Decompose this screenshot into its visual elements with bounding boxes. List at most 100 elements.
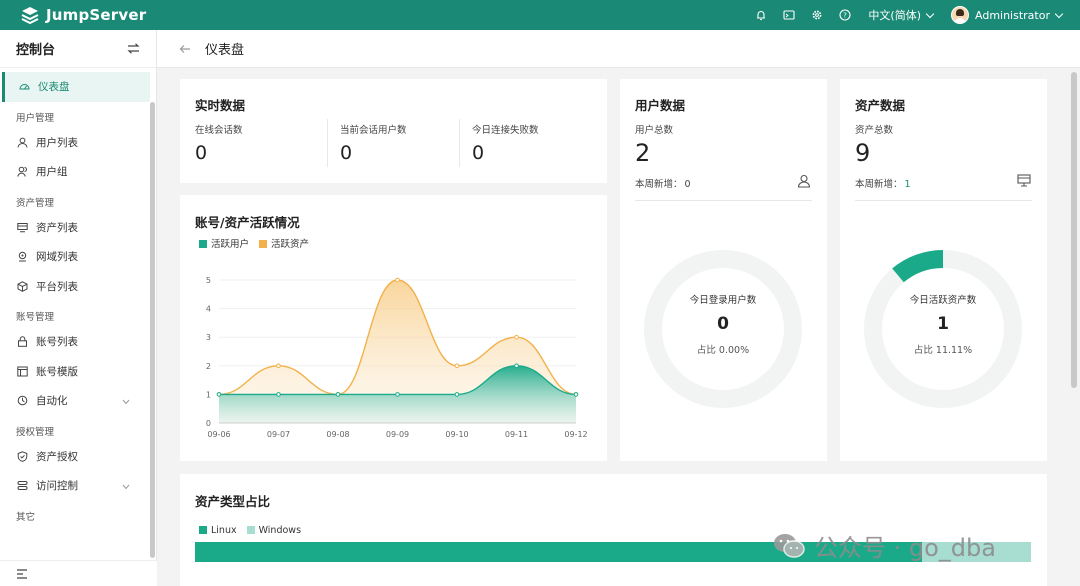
monitor-icon (1017, 174, 1031, 187)
ring-ratio: 占比 11.11% (913, 345, 973, 356)
divider (327, 119, 328, 167)
sidebar-item-label: 网域列表 (36, 251, 78, 264)
location-icon (16, 251, 28, 263)
group-label: 其它 (16, 511, 36, 523)
user-icon (16, 136, 28, 148)
ring-ratio: 占比 0.00% (696, 345, 750, 356)
user-weekly-new: 本周新增： 0 (635, 176, 691, 190)
sidebar-item-cube[interactable]: 平台列表 (0, 272, 150, 302)
back-arrow-icon[interactable] (179, 44, 191, 54)
x-tick-label: 09-12 (564, 430, 587, 439)
group-label: 用户管理 (16, 112, 55, 124)
asset-data-title: 资产数据 (855, 98, 906, 113)
data-point (335, 392, 341, 397)
legend-swatch (199, 526, 207, 534)
gear-icon[interactable] (810, 8, 824, 22)
realtime-title: 实时数据 (195, 98, 246, 113)
bell-icon[interactable] (754, 8, 768, 22)
sidebar-item-user[interactable]: 用户列表 (0, 128, 150, 158)
activity-legend: 活跃用户 活跃资产 (199, 236, 309, 250)
legend-swatch (199, 240, 207, 248)
divider (459, 119, 460, 167)
stat-value: 0 (472, 142, 485, 164)
x-tick-label: 09-10 (445, 430, 468, 439)
realtime-card: 实时数据 在线会话数 0 当前会话用户数 0 今日连接失败数 0 (180, 79, 607, 183)
svg-text:?: ? (844, 12, 848, 20)
divider (855, 200, 1032, 201)
chevron-down-icon (1054, 9, 1064, 18)
stat-session-users: 当前会话用户数 0 (340, 122, 407, 164)
activity-card: 账号/资产活跃情况 活跃用户 活跃资产 0 1 2 3 4 5 09-06 09-07 09-0… (180, 195, 607, 461)
dashboard-icon (18, 81, 30, 93)
sidebar-item-monitor[interactable]: 资产列表 (0, 213, 150, 243)
stat-online-sessions: 在线会话数 0 (195, 122, 243, 164)
x-tick-label: 09-11 (505, 430, 528, 439)
sidebar-group-label: 其它 (0, 501, 150, 527)
sidebar-item-label: 用户组 (36, 166, 68, 179)
weekly-value: 0 (684, 179, 691, 190)
ring-label: 今日登录用户数 (689, 295, 757, 306)
legend-label: Windows (258, 525, 302, 536)
sidebar-item-lock[interactable]: 账号列表 (0, 327, 150, 357)
group-label: 资产管理 (16, 197, 55, 209)
username: Administrator (975, 8, 1050, 22)
legend-item-active-assets[interactable]: 活跃资产 (259, 236, 309, 250)
user-total-value: 2 (635, 139, 651, 167)
sidebar-item-shield[interactable]: 资产授权 (0, 442, 150, 472)
sidebar-item-label: 仪表盘 (38, 81, 70, 94)
weekly-label: 本周新增： (635, 179, 683, 190)
sidebar-item-label: 平台列表 (36, 280, 78, 293)
ring-arc (892, 250, 944, 283)
sidebar-title: 控制台 (16, 43, 56, 58)
stat-label: 今日连接失败数 (472, 125, 539, 136)
brand-logo[interactable]: JumpServer (20, 0, 146, 30)
stat-value: 0 (340, 142, 353, 164)
lock-icon (16, 336, 28, 348)
sidebar-item-location[interactable]: 网域列表 (0, 242, 150, 272)
sidebar-header: 控制台 (0, 30, 156, 68)
page-scrollbar[interactable] (1071, 72, 1077, 388)
sidebar: 控制台 仪表盘 用户管理 用户列表 用户组 资产管理 资产列表 网域列表 平台列表 账号管理 账号… (0, 30, 157, 586)
legend-item-linux[interactable]: Linux (199, 525, 237, 536)
y-tick-label: 0 (206, 419, 211, 428)
sidebar-item-label: 用户列表 (36, 136, 78, 149)
ring-value: 1 (937, 314, 949, 334)
avatar (951, 6, 969, 24)
legend-item-active-users[interactable]: 活跃用户 (199, 236, 249, 250)
sidebar-item-template[interactable]: 账号模版 (0, 357, 150, 387)
stat-value: 0 (195, 142, 208, 164)
x-tick-label: 09-09 (386, 430, 409, 439)
help-icon[interactable]: ? (838, 8, 852, 22)
weekly-value: 1 (904, 179, 911, 190)
legend-swatch (259, 240, 268, 248)
weekly-label: 本周新增： (855, 179, 903, 190)
data-point (454, 392, 460, 397)
user-menu[interactable]: Administrator (951, 6, 1064, 24)
legend-item-windows[interactable]: Windows (246, 525, 302, 536)
sidebar-item-label: 资产授权 (36, 450, 78, 463)
sidebar-item-label: 自动化 (36, 395, 68, 408)
sidebar-item-access[interactable]: 访问控制 (0, 471, 150, 501)
brand-name: JumpServer (46, 6, 147, 24)
stat-failed-connections: 今日连接失败数 0 (472, 122, 539, 164)
data-point (395, 277, 400, 283)
monitor-icon (16, 221, 28, 233)
asset-total-label: 资产总数 (855, 125, 894, 136)
stat-label: 在线会话数 (195, 125, 243, 136)
switch-view-icon[interactable] (127, 43, 140, 54)
collapse-menu-icon[interactable] (16, 568, 28, 579)
legend-label: Linux (211, 525, 237, 536)
sidebar-group-label: 资产管理 (0, 187, 150, 213)
asset-total-value: 9 (855, 139, 871, 167)
sidebar-group-label: 账号管理 (0, 301, 150, 327)
language-selector[interactable]: 中文(简体) (868, 7, 935, 23)
sidebar-item-users[interactable]: 用户组 (0, 157, 150, 187)
user-icon (797, 174, 811, 188)
y-tick-label: 5 (206, 276, 211, 285)
sidebar-item-dashboard[interactable]: 仪表盘 (2, 72, 150, 102)
top-bar: JumpServer ? 中文(简体) Administrator (0, 0, 1080, 30)
sidebar-scrollbar[interactable] (150, 102, 155, 558)
sidebar-group-label: 用户管理 (0, 102, 150, 128)
terminal-icon[interactable] (782, 8, 796, 22)
sidebar-item-automation[interactable]: 自动化 (0, 386, 150, 416)
